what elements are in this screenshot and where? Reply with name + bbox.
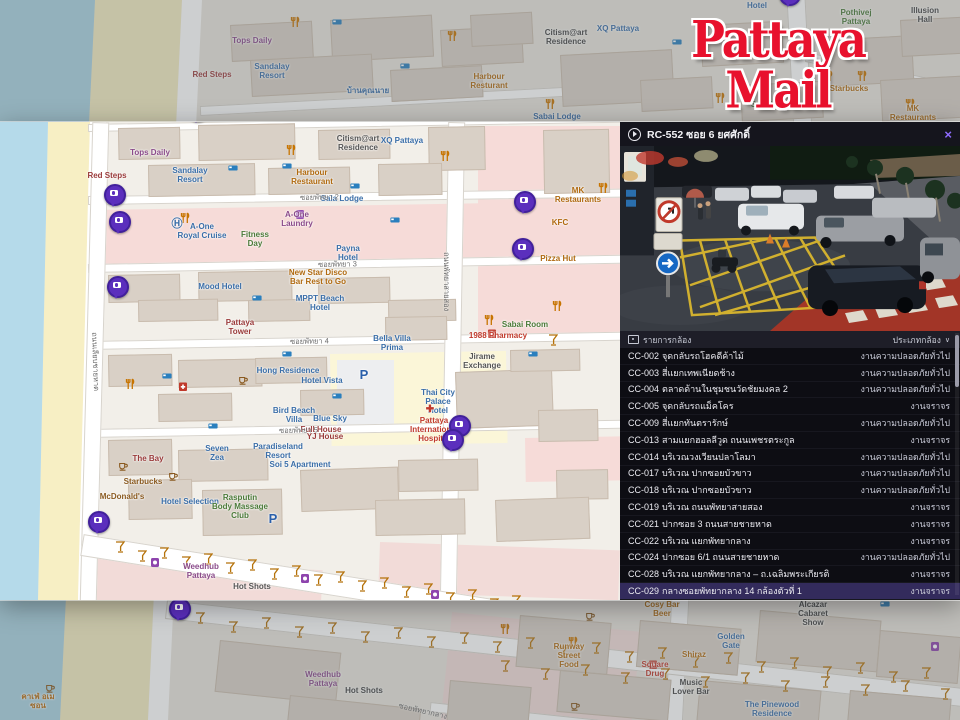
camera-list: CC-002 จุดกลับรถโฮคดีค้าไม้ งานความปลอดภ… xyxy=(620,348,960,600)
camera-pin-icon xyxy=(110,190,119,196)
camera-list-title: รายการกล้อง xyxy=(643,333,691,347)
close-button[interactable]: × xyxy=(944,128,952,141)
camera-category: งานความปลอดภัยทั่วไป xyxy=(861,382,950,396)
pattaya-mail-logo: Pattaya Mail xyxy=(632,15,924,116)
camera-category: งานความปลอดภัยทั่วไป xyxy=(861,550,950,564)
camera-name: ปากซอย 3 ถนนสายชายหาด xyxy=(662,517,911,531)
camera-pin-icon xyxy=(94,517,103,523)
camera-id: CC-004 xyxy=(628,384,659,394)
camera-id: CC-003 xyxy=(628,368,659,378)
camera-id: CC-018 xyxy=(628,485,659,495)
camera-pin[interactable] xyxy=(779,0,801,6)
camera-pin[interactable] xyxy=(442,429,464,451)
camera-name: บริเวณ ปากซอยบัวขาว xyxy=(662,466,861,480)
camera-category: งานจราจร xyxy=(911,433,950,447)
camera-pin[interactable] xyxy=(107,276,129,298)
camera-id: CC-017 xyxy=(628,468,659,478)
camera-list-row[interactable]: CC-021 ปากซอย 3 ถนนสายชายหาด งานจราจร xyxy=(620,516,960,533)
camera-name: ตลาดด้านในชุมชนวัดชัยมงคล 2 xyxy=(662,382,861,396)
camera-pin[interactable] xyxy=(104,184,126,206)
camera-category: งานจราจร xyxy=(911,517,950,531)
camera-list-row[interactable]: CC-014 บริเวณวงเวียนปลาโลมา งานความปลอดภ… xyxy=(620,449,960,466)
camera-id: CC-013 xyxy=(628,435,659,445)
camera-list-row[interactable]: CC-019 บริเวณ ถนนพัทยาสายสอง งานจราจร xyxy=(620,499,960,516)
map-canvas[interactable]: Tops DailyRed StepsSandalay ResortHarbou… xyxy=(0,122,620,600)
camera-name: บริเวณวงเวียนปลาโลมา xyxy=(662,450,861,464)
camera-id: CC-009 xyxy=(628,418,659,428)
camera-name: สามแยกฮอลลีวูด ถนนเพชรตระกูล xyxy=(662,433,911,447)
camera-id: CC-024 xyxy=(628,552,659,562)
camera-pin-icon xyxy=(113,282,122,288)
camera-name: จุดกลับรถโฮคดีค้าไม้ xyxy=(662,349,861,363)
camera-name: ปากซอย 6/1 ถนนสายชายหาด xyxy=(662,550,861,564)
play-icon xyxy=(628,128,641,141)
camera-list-row[interactable]: CC-005 จุดกลับรถแม็คโคร งานจราจร xyxy=(620,398,960,415)
scrollbar-thumb[interactable] xyxy=(955,335,959,387)
camera-pin[interactable] xyxy=(512,238,534,260)
camera-video-feed xyxy=(620,146,960,331)
scrollbar[interactable] xyxy=(955,333,959,595)
camera-pin[interactable] xyxy=(109,211,131,233)
app-stage: Tops DailySandalay ResortRed Stepsบ้านคุ… xyxy=(0,0,960,720)
camera-list-row[interactable]: CC-017 บริเวณ ปากซอยบัวขาว งานความปลอดภั… xyxy=(620,466,960,483)
camera-type-filter[interactable]: ประเภทกล้อง ∨ xyxy=(893,333,950,347)
camera-feed-title: RC-552 ซอย 6 ยศศักดิ์ xyxy=(647,126,938,143)
camera-type-label: ประเภทกล้อง xyxy=(893,333,941,347)
camera-id: CC-029 xyxy=(628,586,659,596)
camera-category: งานความปลอดภัยทั่วไป xyxy=(861,349,950,363)
camera-id: CC-005 xyxy=(628,401,659,411)
camera-name: กลางซอยพัทยากลาง 14 กล้องตัวที่ 1 xyxy=(662,584,911,598)
camera-category: งานความปลอดภัยทั่วไป xyxy=(861,450,950,464)
camera-name: บริเวณ แยกพัทยากลาง xyxy=(662,534,911,548)
camera-pin-icon xyxy=(115,217,124,223)
cctv-app-window: Tops DailyRed StepsSandalay ResortHarbou… xyxy=(0,122,960,600)
camera-id: CC-002 xyxy=(628,351,659,361)
camera-pin[interactable] xyxy=(514,191,536,213)
chevron-down-icon: ∨ xyxy=(945,336,950,344)
camera-name: สี่แยกเทพเนียดช้าง xyxy=(662,366,861,380)
camera-pin-icon xyxy=(175,604,184,610)
camera-name: บริเวณ แยกพัทยากลาง – ถ.เฉลิมพระเกียรติ xyxy=(662,567,911,581)
camera-category: งานความปลอดภัยทั่วไป xyxy=(861,483,950,497)
camera-pin[interactable] xyxy=(88,511,110,533)
camera-pin-icon xyxy=(520,197,529,203)
camera-id: CC-019 xyxy=(628,502,659,512)
camera-feed-header: RC-552 ซอย 6 ยศศักดิ์ × xyxy=(620,122,960,146)
camera-list-row[interactable]: CC-009 สี่แยกทันตรารักษ์ งานความปลอดภัยท… xyxy=(620,415,960,432)
camera-list-row[interactable]: CC-002 จุดกลับรถโฮคดีค้าไม้ งานความปลอดภ… xyxy=(620,348,960,365)
camera-id: CC-021 xyxy=(628,519,659,529)
camera-name: สี่แยกทันตรารักษ์ xyxy=(662,416,861,430)
camera-category: งานจราจร xyxy=(911,584,950,598)
camera-category: งานจราจร xyxy=(911,534,950,548)
camera-pin-icon xyxy=(448,435,457,441)
camera-id: CC-022 xyxy=(628,536,659,546)
camera-name: จุดกลับรถแม็คโคร xyxy=(662,399,911,413)
camera-panel: RC-552 ซอย 6 ยศศักดิ์ × xyxy=(620,122,960,600)
camera-list-row[interactable]: CC-028 บริเวณ แยกพัทยากลาง – ถ.เฉลิมพระเ… xyxy=(620,566,960,583)
camera-list-row[interactable]: CC-029 กลางซอยพัทยากลาง 14 กล้องตัวที่ 1… xyxy=(620,583,960,600)
cctv-scene xyxy=(620,146,960,331)
camera-list-icon xyxy=(628,335,639,344)
camera-list-row[interactable]: CC-003 สี่แยกเทพเนียดช้าง งานความปลอดภัย… xyxy=(620,365,960,382)
camera-category: งานจราจร xyxy=(911,399,950,413)
camera-category: งานจราจร xyxy=(911,500,950,514)
camera-pin[interactable] xyxy=(169,598,191,620)
camera-list-row[interactable]: CC-018 บริเวณ ปากซอยบัวขาว งานความปลอดภั… xyxy=(620,482,960,499)
camera-name: บริเวณ ถนนพัทยาสายสอง xyxy=(662,500,911,514)
camera-list-row[interactable]: CC-004 ตลาดด้านในชุมชนวัดชัยมงคล 2 งานคว… xyxy=(620,382,960,399)
camera-list-row[interactable]: CC-024 ปากซอย 6/1 ถนนสายชายหาด งานความปล… xyxy=(620,550,960,567)
camera-category: งานจราจร xyxy=(911,567,950,581)
camera-pin-icon xyxy=(518,244,527,250)
camera-category: งานความปลอดภัยทั่วไป xyxy=(861,466,950,480)
camera-name: บริเวณ ปากซอยบัวขาว xyxy=(662,483,861,497)
camera-category: งานความปลอดภัยทั่วไป xyxy=(861,416,950,430)
camera-id: CC-014 xyxy=(628,452,659,462)
camera-category: งานความปลอดภัยทั่วไป xyxy=(861,366,950,380)
camera-pin-icon xyxy=(455,421,464,427)
camera-list-header: รายการกล้อง ประเภทกล้อง ∨ xyxy=(620,331,960,348)
camera-id: CC-028 xyxy=(628,569,659,579)
camera-list-row[interactable]: CC-022 บริเวณ แยกพัทยากลาง งานจราจร xyxy=(620,533,960,550)
camera-list-row[interactable]: CC-013 สามแยกฮอลลีวูด ถนนเพชรตระกูล งานจ… xyxy=(620,432,960,449)
